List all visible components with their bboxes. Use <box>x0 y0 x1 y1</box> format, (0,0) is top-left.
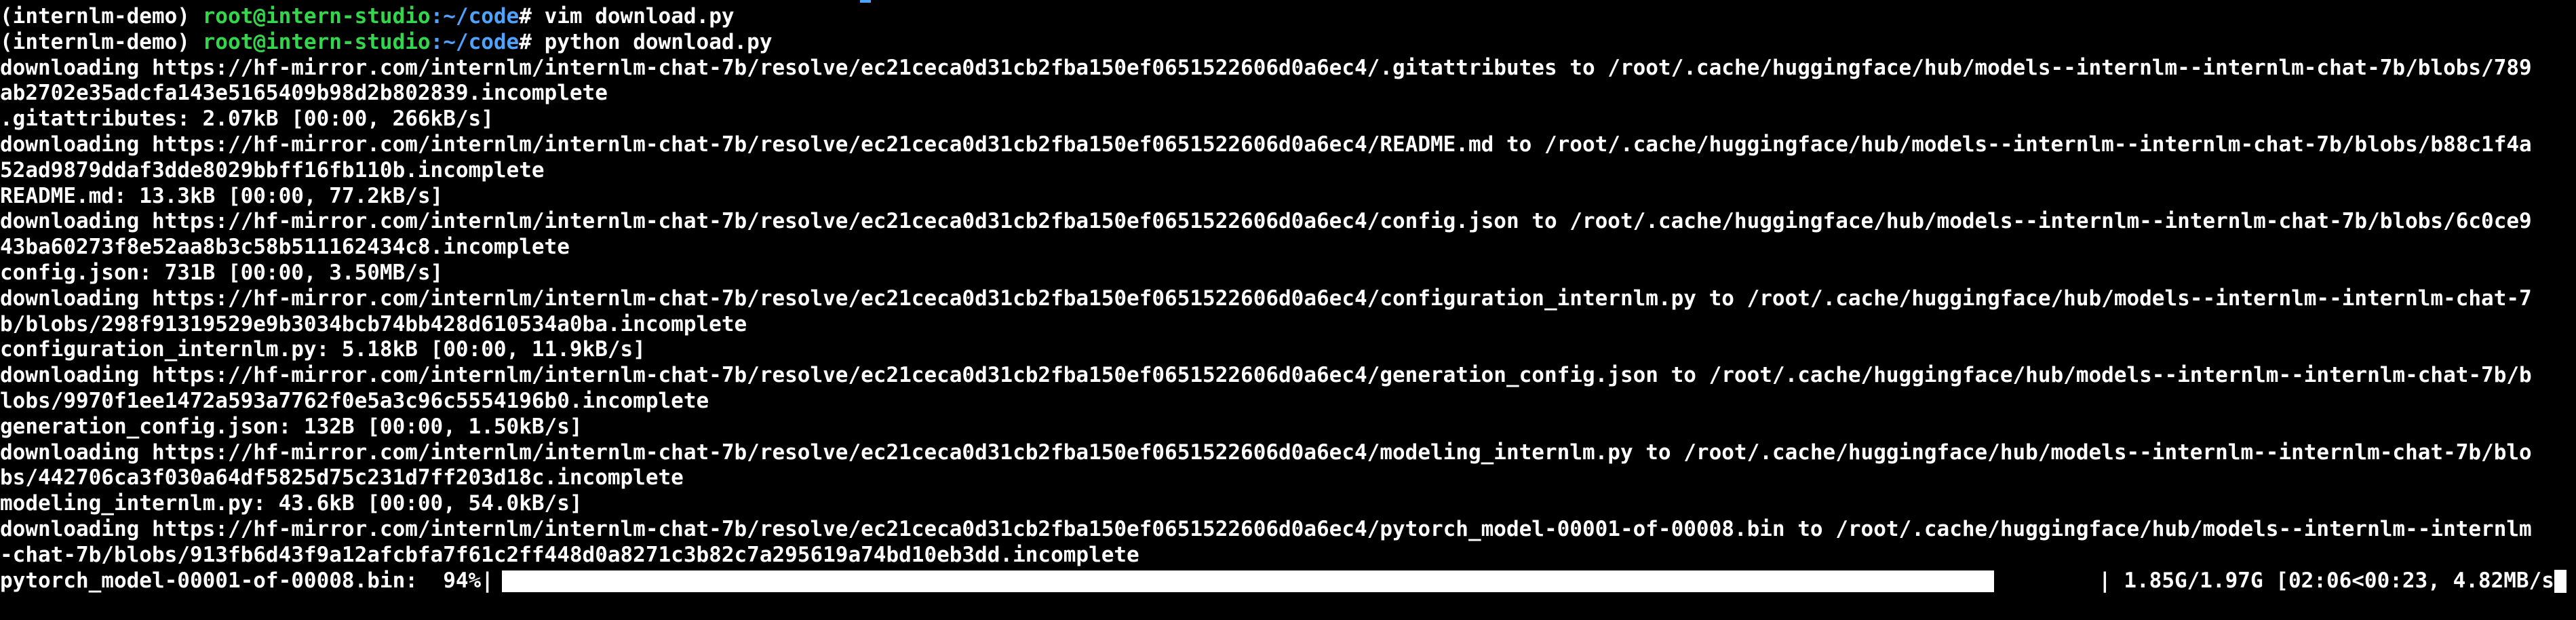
output-line: downloading https://hf-mirror.com/intern… <box>0 363 2532 388</box>
command-text: python download.py <box>544 29 773 54</box>
output-line: -chat-7b/blobs/913fb6d43f9a12afcbfa7f61c… <box>0 542 1139 567</box>
output-line: generation_config.json: 132B [00:00, 1.5… <box>0 414 583 439</box>
output-line: 43ba60273f8e52aa8b3c58b511162434c8.incom… <box>0 235 570 260</box>
output-line: README.md: 13.3kB [00:00, 77.2kB/s] <box>0 183 444 208</box>
command-line-1: (internlm-demo) root@intern-studio:~/cod… <box>0 4 2576 30</box>
prompt-env: (internlm-demo) <box>0 4 203 28</box>
output-line: downloading https://hf-mirror.com/intern… <box>0 132 2532 157</box>
output-line: bs/442706ca3f030a64df5825d75c231d7ff203d… <box>0 465 684 490</box>
output-line: downloading https://hf-mirror.com/intern… <box>0 516 2532 541</box>
prompt-symbol: # <box>519 29 545 54</box>
prompt-user-host: root@intern-studio <box>202 4 431 28</box>
output-line: downloading https://hf-mirror.com/intern… <box>0 209 2532 234</box>
prompt-user-host: root@intern-studio <box>202 29 431 54</box>
output-line: config.json: 731B [00:00, 3.50MB/s] <box>0 260 444 285</box>
prompt-symbol: # <box>519 4 545 28</box>
progress-label: pytorch_model-00001-of-00008.bin: 94%| <box>0 568 494 593</box>
output-line: downloading https://hf-mirror.com/intern… <box>0 286 2532 311</box>
output-line: lobs/9970f1ee1472a593a7762f0e5a3c96c5554… <box>0 388 709 413</box>
prompt-env: (internlm-demo) <box>0 29 203 54</box>
terminal-cursor <box>2554 569 2567 593</box>
output-line: downloading https://hf-mirror.com/intern… <box>0 440 2532 465</box>
terminal-window[interactable]: (internlm-demo) root@intern-studio:~/cod… <box>0 0 2576 620</box>
progress-bar <box>502 570 2089 592</box>
output-line: modeling_internlm.py: 43.6kB [00:00, 54.… <box>0 491 583 516</box>
prompt-path: :~/code <box>430 29 520 54</box>
prompt-path: :~/code <box>430 4 520 28</box>
scroll-indicator <box>860 0 871 3</box>
output-line: 52ad9879ddaf3dde8029bbff16fb110b.incompl… <box>0 157 545 182</box>
output-line: configuration_internlm.py: 5.18kB [00:00… <box>0 337 646 362</box>
command-text: vim download.py <box>544 4 735 28</box>
output-line: ab2702e35adcfa143e5165409b98d2b802839.in… <box>0 81 608 106</box>
command-line-2: (internlm-demo) root@intern-studio:~/cod… <box>0 30 2576 56</box>
output-line: downloading https://hf-mirror.com/intern… <box>0 55 2532 80</box>
progress-stats: | 1.85G/1.97G [02:06<00:23, 4.82MB/s <box>2099 568 2554 593</box>
download-progress-line: pytorch_model-00001-of-00008.bin: 94%| |… <box>0 568 2576 594</box>
progress-bar-fill <box>502 570 1994 592</box>
output-line: b/blobs/298f91319529e9b3034bcb74bb428d61… <box>0 311 747 336</box>
output-line: .gitattributes: 2.07kB [00:00, 266kB/s] <box>0 106 494 132</box>
